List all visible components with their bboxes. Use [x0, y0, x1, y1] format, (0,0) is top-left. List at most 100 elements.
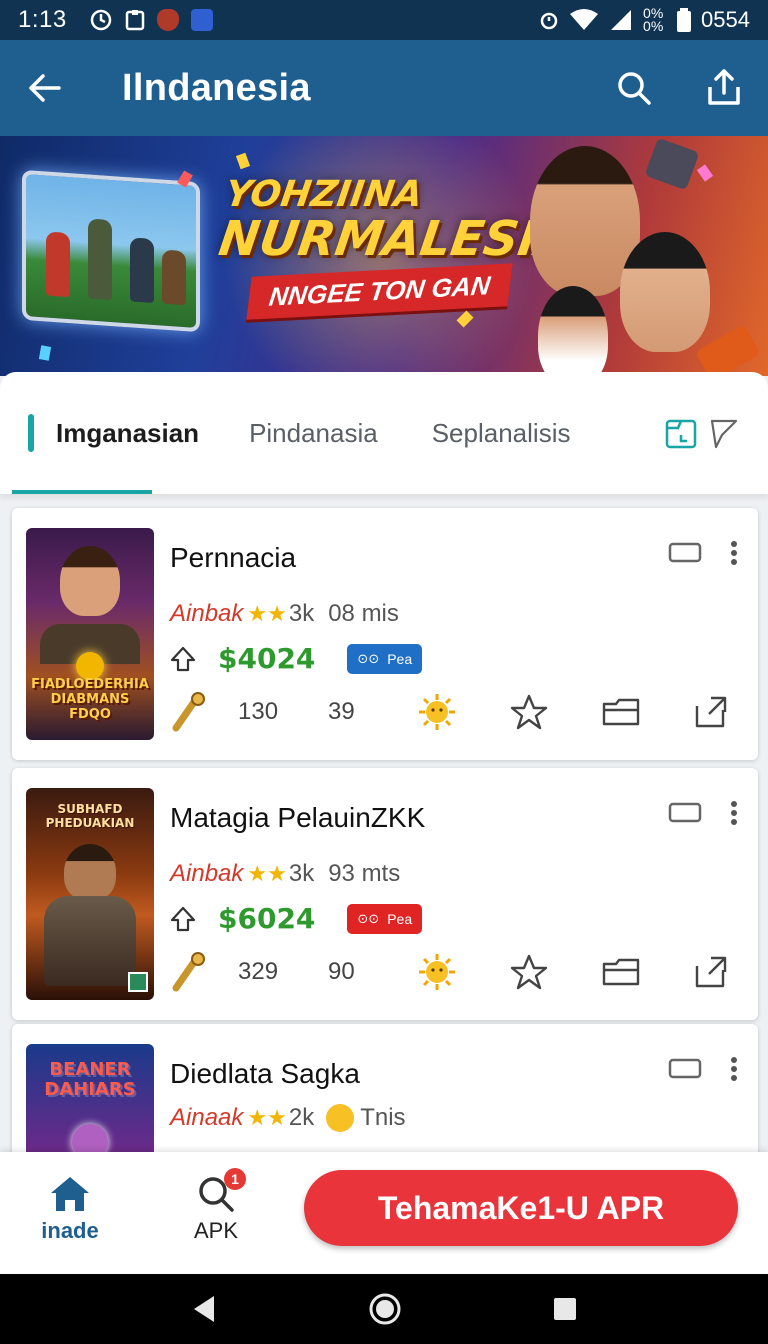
gamepad-icon: ⊙⊙ [357, 910, 380, 926]
sun-emoji-icon [418, 954, 455, 990]
gamepad-icon: ⊙⊙ [357, 650, 380, 666]
notification-icons [89, 8, 213, 32]
tab-underline [12, 490, 152, 494]
signal-icon [611, 10, 632, 30]
back-arrow-icon [29, 74, 61, 102]
star-outline-icon[interactable] [509, 692, 549, 732]
app-author: Ainbak [170, 860, 244, 887]
shield-app-icon [156, 9, 179, 31]
banner-gadget [644, 137, 700, 191]
nav-home[interactable]: inade [10, 1174, 130, 1244]
app-extra: 93 mts [328, 860, 401, 887]
wifi-icon [570, 9, 599, 30]
review-count: 3k [288, 600, 315, 627]
app-author: Ainbak [170, 600, 244, 627]
active-tab-indicator [28, 414, 34, 452]
app-meta: Ainaak ★★ 2k Tnis [170, 1104, 406, 1132]
notification-badge: 1 [224, 1168, 246, 1190]
folder-icon[interactable] [601, 954, 641, 990]
app-title: Matagia PelauinZKK [170, 802, 426, 833]
home-circle-icon[interactable] [368, 1292, 402, 1326]
thumbnail-caption: SUBHAFD PHEDUAKIAN [45, 802, 135, 830]
tab-imganasian[interactable]: Imganasian [28, 414, 199, 452]
app-extra: 08 mis [328, 600, 399, 627]
bookmark-icon[interactable] [708, 417, 740, 449]
store-badge: ⊙⊙ Pea [347, 903, 423, 934]
alarm-icon [540, 12, 558, 30]
folder-icon[interactable] [601, 694, 641, 730]
app-card[interactable]: FIADLOEDERHIA DIABMANS FDQO Pernnacia Ai… [12, 508, 758, 760]
app-card[interactable]: SUBHAFD PHEDUAKIAN Matagia PelauinZKK Ai… [12, 768, 758, 1020]
sync-icon [90, 9, 111, 31]
nav-home-label: inade [41, 1218, 99, 1243]
promo-banner[interactable]: YOHZIINA NURMALESIA NNGEE TON GAN [0, 136, 768, 376]
upvote-icon[interactable] [170, 906, 196, 932]
app-author: Ainaak [170, 1104, 244, 1131]
sun-emoji-icon [418, 694, 455, 730]
app-price: $4024 [218, 642, 316, 675]
percent-indicator: 0% 0% [643, 5, 664, 34]
home-icon [51, 1177, 89, 1211]
cast-icon[interactable] [668, 801, 702, 825]
cast-icon[interactable] [668, 1057, 702, 1081]
nav-apk-label: APK [193, 1218, 239, 1243]
stat-likes: 39 [328, 698, 355, 725]
star-outline-icon[interactable] [509, 952, 549, 992]
banner-gadget-2 [695, 324, 761, 376]
review-count: 3k [288, 860, 315, 887]
back-triangle-icon[interactable] [190, 1294, 218, 1324]
thumbnail-caption: BEANER DAHIARS [44, 1059, 136, 1100]
rating-stars: ★★ [247, 601, 287, 626]
app-bar: Ilndanesia [0, 40, 768, 136]
share-icon [708, 69, 740, 105]
tab-seplanalisis[interactable]: Seplanalisis [432, 418, 571, 449]
download-apk-button[interactable]: TehamaKe1-U APR [304, 1170, 738, 1246]
calendar-icon[interactable] [664, 416, 698, 450]
banner-headline: YOHZIINA NURMALESIA [215, 174, 578, 267]
share-button[interactable] [704, 68, 744, 108]
upvote-icon[interactable] [170, 646, 196, 672]
stat-downloads: 329 [238, 958, 279, 985]
app-notification-icon [190, 9, 213, 31]
banner-character-3 [538, 286, 608, 376]
app-thumbnail: FIADLOEDERHIA DIABMANS FDQO [26, 528, 154, 740]
smile-emoji-icon [326, 1104, 355, 1132]
share-box-icon[interactable] [693, 954, 729, 990]
review-count: 2k [288, 1104, 315, 1131]
tab-pindanasia[interactable]: Pindanasia [249, 418, 378, 449]
battery-text: 0554 [701, 7, 750, 32]
app-title: Diedlata Sagka [170, 1058, 360, 1089]
rating-stars: ★★ [247, 861, 287, 886]
stat-downloads: 130 [238, 698, 279, 725]
search-icon [618, 72, 651, 105]
more-options-icon[interactable] [730, 800, 738, 826]
more-options-icon[interactable] [730, 1056, 738, 1082]
nav-apk[interactable]: 1 APK [156, 1168, 276, 1244]
thumbnail-caption: FIADLOEDERHIA DIABMANS FDQO [31, 677, 149, 722]
share-box-icon[interactable] [693, 694, 729, 730]
key-icon [172, 952, 205, 992]
bottom-navigation: inade 1 APK TehamaKe1-U APR [0, 1152, 768, 1274]
store-badge: ⊙⊙ Pea [347, 643, 423, 674]
more-options-icon[interactable] [730, 540, 738, 566]
page-title: Ilndanesia [122, 66, 311, 109]
banner-game-screen [22, 169, 200, 333]
app-title: Pernnacia [170, 542, 297, 573]
recents-square-icon[interactable] [552, 1296, 578, 1322]
back-button[interactable] [24, 68, 64, 108]
system-navigation-bar [0, 1274, 768, 1344]
app-meta: Ainbak ★★ 3k 08 mis [170, 600, 399, 628]
app-price: $6024 [218, 902, 316, 935]
app-meta: Ainbak ★★ 3k 93 mts [170, 860, 400, 888]
clipboard-icon [125, 10, 144, 31]
battery-icon [677, 8, 692, 32]
status-time: 1:13 [18, 6, 67, 33]
status-bar: 1:13 0% 0% 0554 [0, 0, 768, 40]
banner-character-2 [620, 232, 710, 352]
search-button[interactable] [614, 68, 654, 108]
status-right: 0% 0% 0554 [539, 5, 750, 34]
cast-icon[interactable] [668, 541, 702, 565]
app-thumbnail: SUBHAFD PHEDUAKIAN [26, 788, 154, 1000]
stat-likes: 90 [328, 958, 355, 985]
tab-bar: Imganasian Pindanasia Seplanalisis [0, 372, 768, 494]
